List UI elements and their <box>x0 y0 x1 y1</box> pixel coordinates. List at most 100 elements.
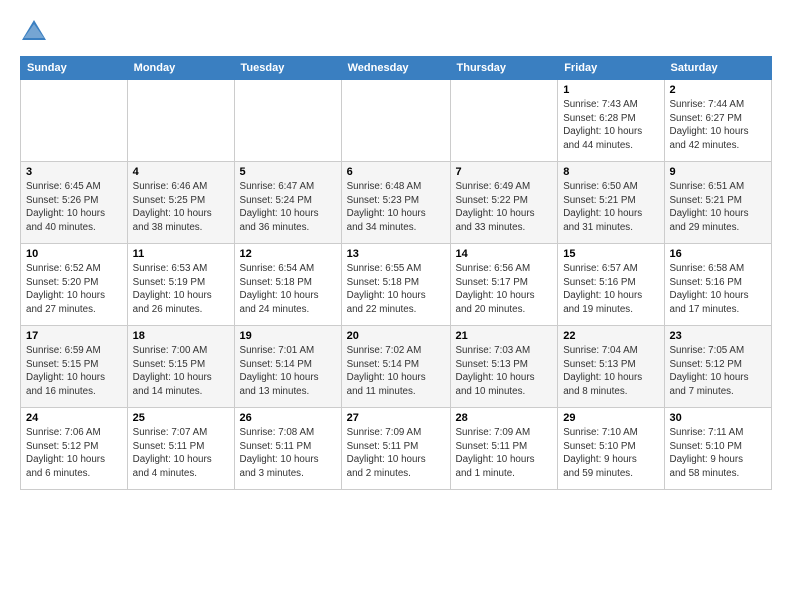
calendar-cell <box>450 80 558 162</box>
day-number: 5 <box>240 166 336 178</box>
week-row-1: 1 Sunrise: 7:43 AM Sunset: 6:28 PM Daylig… <box>21 80 772 162</box>
day-detail: Sunrise: 7:03 AM Sunset: 5:13 PM Dayligh… <box>456 344 553 399</box>
day-detail: Sunrise: 7:05 AM Sunset: 5:12 PM Dayligh… <box>670 344 767 399</box>
day-detail: Sunrise: 7:43 AM Sunset: 6:28 PM Dayligh… <box>563 98 658 153</box>
day-number: 7 <box>456 166 553 178</box>
calendar-cell: 13 Sunrise: 6:55 AM Sunset: 5:18 PM Dayli… <box>341 244 450 326</box>
week-row-2: 3 Sunrise: 6:45 AM Sunset: 5:26 PM Daylig… <box>21 162 772 244</box>
day-detail: Sunrise: 7:06 AM Sunset: 5:12 PM Dayligh… <box>26 426 122 481</box>
day-number: 9 <box>670 166 767 178</box>
calendar-cell: 23 Sunrise: 7:05 AM Sunset: 5:12 PM Dayli… <box>664 326 772 408</box>
calendar-cell: 19 Sunrise: 7:01 AM Sunset: 5:14 PM Dayli… <box>234 326 341 408</box>
day-detail: Sunrise: 7:08 AM Sunset: 5:11 PM Dayligh… <box>240 426 336 481</box>
day-detail: Sunrise: 6:45 AM Sunset: 5:26 PM Dayligh… <box>26 180 122 235</box>
day-detail: Sunrise: 7:09 AM Sunset: 5:11 PM Dayligh… <box>456 426 553 481</box>
calendar-cell: 4 Sunrise: 6:46 AM Sunset: 5:25 PM Daylig… <box>127 162 234 244</box>
day-detail: Sunrise: 7:10 AM Sunset: 5:10 PM Dayligh… <box>563 426 658 481</box>
calendar-cell <box>234 80 341 162</box>
day-detail: Sunrise: 6:52 AM Sunset: 5:20 PM Dayligh… <box>26 262 122 317</box>
day-number: 23 <box>670 330 767 342</box>
day-number: 25 <box>133 412 229 424</box>
calendar-cell: 7 Sunrise: 6:49 AM Sunset: 5:22 PM Daylig… <box>450 162 558 244</box>
logo <box>20 16 52 46</box>
day-number: 3 <box>26 166 122 178</box>
day-detail: Sunrise: 6:58 AM Sunset: 5:16 PM Dayligh… <box>670 262 767 317</box>
day-number: 11 <box>133 248 229 260</box>
day-number: 4 <box>133 166 229 178</box>
day-number: 22 <box>563 330 658 342</box>
calendar-cell: 8 Sunrise: 6:50 AM Sunset: 5:21 PM Daylig… <box>558 162 664 244</box>
weekday-wednesday: Wednesday <box>341 57 450 80</box>
day-number: 6 <box>347 166 445 178</box>
calendar-cell: 11 Sunrise: 6:53 AM Sunset: 5:19 PM Dayli… <box>127 244 234 326</box>
calendar-cell: 16Sunrise: 6:58 AM Sunset: 5:16 PM Dayli… <box>664 244 772 326</box>
weekday-sunday: Sunday <box>21 57 128 80</box>
weekday-saturday: Saturday <box>664 57 772 80</box>
day-detail: Sunrise: 7:01 AM Sunset: 5:14 PM Dayligh… <box>240 344 336 399</box>
day-detail: Sunrise: 6:49 AM Sunset: 5:22 PM Dayligh… <box>456 180 553 235</box>
day-detail: Sunrise: 6:46 AM Sunset: 5:25 PM Dayligh… <box>133 180 229 235</box>
calendar-table: SundayMondayTuesdayWednesdayThursdayFrid… <box>20 56 772 490</box>
calendar-cell: 12 Sunrise: 6:54 AM Sunset: 5:18 PM Dayli… <box>234 244 341 326</box>
calendar-cell: 22 Sunrise: 7:04 AM Sunset: 5:13 PM Dayli… <box>558 326 664 408</box>
day-number: 12 <box>240 248 336 260</box>
calendar-body: 1 Sunrise: 7:43 AM Sunset: 6:28 PM Daylig… <box>21 80 772 490</box>
day-number: 24 <box>26 412 122 424</box>
weekday-thursday: Thursday <box>450 57 558 80</box>
day-number: 19 <box>240 330 336 342</box>
calendar-cell: 15 Sunrise: 6:57 AM Sunset: 5:16 PM Dayli… <box>558 244 664 326</box>
day-detail: Sunrise: 7:09 AM Sunset: 5:11 PM Dayligh… <box>347 426 445 481</box>
day-detail: Sunrise: 6:47 AM Sunset: 5:24 PM Dayligh… <box>240 180 336 235</box>
day-detail: Sunrise: 7:11 AM Sunset: 5:10 PM Dayligh… <box>670 426 767 481</box>
weekday-friday: Friday <box>558 57 664 80</box>
day-number: 15 <box>563 248 658 260</box>
day-number: 20 <box>347 330 445 342</box>
day-number: 13 <box>347 248 445 260</box>
calendar-cell: 17 Sunrise: 6:59 AM Sunset: 5:15 PM Dayli… <box>21 326 128 408</box>
day-detail: Sunrise: 6:59 AM Sunset: 5:15 PM Dayligh… <box>26 344 122 399</box>
day-number: 2 <box>670 84 767 96</box>
weekday-header-row: SundayMondayTuesdayWednesdayThursdayFrid… <box>21 57 772 80</box>
weekday-tuesday: Tuesday <box>234 57 341 80</box>
day-detail: Sunrise: 6:51 AM Sunset: 5:21 PM Dayligh… <box>670 180 767 235</box>
day-number: 14 <box>456 248 553 260</box>
day-number: 17 <box>26 330 122 342</box>
day-detail: Sunrise: 7:04 AM Sunset: 5:13 PM Dayligh… <box>563 344 658 399</box>
day-detail: Sunrise: 7:00 AM Sunset: 5:15 PM Dayligh… <box>133 344 229 399</box>
calendar-cell: 3 Sunrise: 6:45 AM Sunset: 5:26 PM Daylig… <box>21 162 128 244</box>
calendar-cell: 18 Sunrise: 7:00 AM Sunset: 5:15 PM Dayli… <box>127 326 234 408</box>
calendar-cell: 2 Sunrise: 7:44 AM Sunset: 6:27 PM Daylig… <box>664 80 772 162</box>
calendar-cell: 25 Sunrise: 7:07 AM Sunset: 5:11 PM Dayli… <box>127 408 234 490</box>
day-detail: Sunrise: 6:57 AM Sunset: 5:16 PM Dayligh… <box>563 262 658 317</box>
calendar-cell: 26 Sunrise: 7:08 AM Sunset: 5:11 PM Dayli… <box>234 408 341 490</box>
calendar-cell: 1 Sunrise: 7:43 AM Sunset: 6:28 PM Daylig… <box>558 80 664 162</box>
calendar-cell: 29Sunrise: 7:10 AM Sunset: 5:10 PM Dayli… <box>558 408 664 490</box>
day-detail: Sunrise: 7:44 AM Sunset: 6:27 PM Dayligh… <box>670 98 767 153</box>
calendar-cell <box>127 80 234 162</box>
weekday-monday: Monday <box>127 57 234 80</box>
calendar-cell: 21Sunrise: 7:03 AM Sunset: 5:13 PM Dayli… <box>450 326 558 408</box>
day-number: 1 <box>563 84 658 96</box>
week-row-3: 10 Sunrise: 6:52 AM Sunset: 5:20 PM Dayli… <box>21 244 772 326</box>
calendar-cell: 9 Sunrise: 6:51 AM Sunset: 5:21 PM Daylig… <box>664 162 772 244</box>
day-detail: Sunrise: 6:54 AM Sunset: 5:18 PM Dayligh… <box>240 262 336 317</box>
day-detail: Sunrise: 6:53 AM Sunset: 5:19 PM Dayligh… <box>133 262 229 317</box>
day-detail: Sunrise: 6:56 AM Sunset: 5:17 PM Dayligh… <box>456 262 553 317</box>
day-number: 10 <box>26 248 122 260</box>
calendar-cell <box>21 80 128 162</box>
week-row-4: 17 Sunrise: 6:59 AM Sunset: 5:15 PM Dayli… <box>21 326 772 408</box>
day-detail: Sunrise: 7:02 AM Sunset: 5:14 PM Dayligh… <box>347 344 445 399</box>
header <box>20 16 772 46</box>
day-number: 18 <box>133 330 229 342</box>
day-number: 26 <box>240 412 336 424</box>
day-number: 28 <box>456 412 553 424</box>
day-detail: Sunrise: 6:48 AM Sunset: 5:23 PM Dayligh… <box>347 180 445 235</box>
day-detail: Sunrise: 6:55 AM Sunset: 5:18 PM Dayligh… <box>347 262 445 317</box>
day-number: 30 <box>670 412 767 424</box>
day-number: 8 <box>563 166 658 178</box>
calendar-cell: 24 Sunrise: 7:06 AM Sunset: 5:12 PM Dayli… <box>21 408 128 490</box>
day-detail: Sunrise: 7:07 AM Sunset: 5:11 PM Dayligh… <box>133 426 229 481</box>
day-detail: Sunrise: 6:50 AM Sunset: 5:21 PM Dayligh… <box>563 180 658 235</box>
logo-icon <box>20 18 48 46</box>
calendar-cell: 14 Sunrise: 6:56 AM Sunset: 5:17 PM Dayli… <box>450 244 558 326</box>
